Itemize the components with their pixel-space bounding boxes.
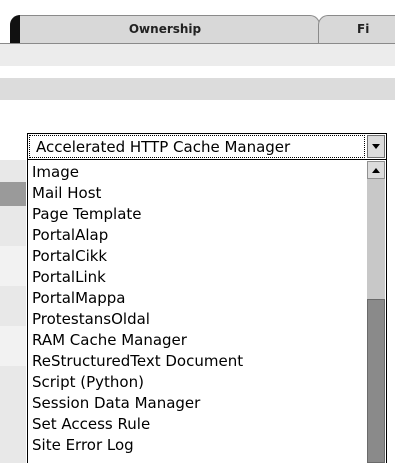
- option-portalmappa[interactable]: PortalMappa: [32, 288, 368, 309]
- gutter-stripe: [0, 246, 26, 286]
- select-dropdown-button[interactable]: [367, 135, 385, 158]
- option-protestansoldal[interactable]: ProtestansOldal: [32, 309, 368, 330]
- options: Image Mail Host Page Template PortalAlap…: [32, 162, 368, 456]
- tab-ownership[interactable]: Ownership: [10, 15, 320, 43]
- tab-next-label: Fi: [357, 22, 370, 36]
- tab-ownership-label: Ownership: [128, 22, 202, 36]
- tab-strip: Ownership Fi: [0, 0, 395, 44]
- gutter-stripe: [0, 206, 26, 246]
- gutter-stripe: [0, 326, 26, 366]
- gutter-stripe: [0, 366, 26, 463]
- tab-next[interactable]: Fi: [318, 15, 395, 43]
- header-band-dark: [0, 78, 395, 100]
- option-portalcikk[interactable]: PortalCikk: [32, 246, 368, 267]
- scroll-thumb[interactable]: [367, 299, 385, 463]
- page: Ownership Fi Accelerated HTTP Cache Mana…: [0, 0, 395, 463]
- option-portallink[interactable]: PortalLink: [32, 267, 368, 288]
- tab-ownership-left-edge: [10, 15, 20, 44]
- option-image[interactable]: Image: [32, 162, 368, 183]
- select-current-value: Accelerated HTTP Cache Manager: [29, 135, 365, 158]
- option-site-error-log[interactable]: Site Error Log: [32, 435, 368, 456]
- gutter-stripe: [0, 182, 26, 206]
- scroll-up-button[interactable]: [367, 161, 385, 179]
- option-page-template[interactable]: Page Template: [32, 204, 368, 225]
- header-band-light: [0, 44, 395, 66]
- gutter-stripe: [0, 160, 26, 182]
- option-ram-cache-manager[interactable]: RAM Cache Manager: [32, 330, 368, 351]
- option-session-data-manager[interactable]: Session Data Manager: [32, 393, 368, 414]
- option-portalalap[interactable]: PortalAlap: [32, 225, 368, 246]
- option-script-python[interactable]: Script (Python): [32, 372, 368, 393]
- add-type-select[interactable]: Accelerated HTTP Cache Manager: [27, 133, 387, 160]
- chevron-up-icon: [372, 168, 380, 173]
- option-mail-host[interactable]: Mail Host: [32, 183, 368, 204]
- option-set-access-rule[interactable]: Set Access Rule: [32, 414, 368, 435]
- select-options-list[interactable]: Image Mail Host Page Template PortalAlap…: [27, 160, 387, 463]
- options-scrollbar[interactable]: [367, 161, 385, 463]
- option-restructuredtext-document[interactable]: ReStructuredText Document: [32, 351, 368, 372]
- chevron-down-icon: [372, 144, 380, 149]
- gutter-stripe: [0, 286, 26, 326]
